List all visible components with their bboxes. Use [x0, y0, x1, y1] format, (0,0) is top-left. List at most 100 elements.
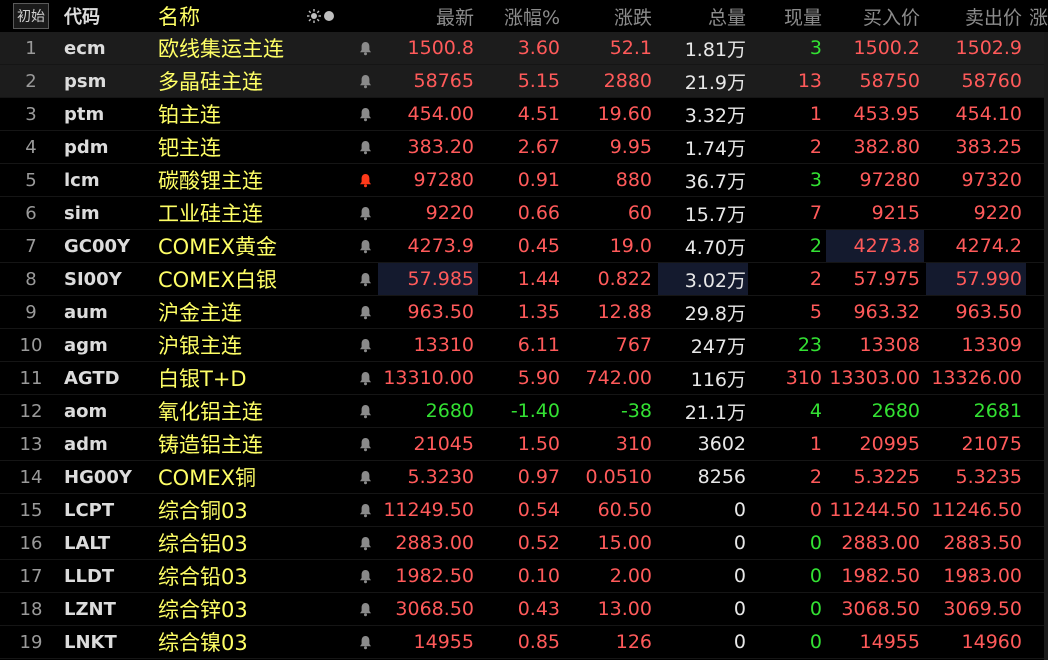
ask-price: 454.10 — [955, 103, 1022, 125]
header-ask[interactable]: 卖出价 — [926, 0, 1026, 32]
row-number: 2 — [25, 70, 37, 92]
bell-icon[interactable] — [359, 338, 372, 353]
row-number: 9 — [25, 301, 37, 323]
total-volume: 0 — [733, 565, 746, 587]
vertical-scrollbar[interactable] — [1044, 32, 1048, 660]
change-amount: 2880 — [603, 70, 652, 92]
alert-bell[interactable] — [352, 362, 378, 394]
header-settings[interactable] — [304, 0, 338, 32]
table-row[interactable]: 7 GC00Y COMEX黄金 4273.9 0.45 19.0 4.70万 2 4273.8 4… — [0, 230, 1048, 263]
bell-icon[interactable] — [359, 602, 372, 617]
last-price: 11249.50 — [383, 499, 474, 521]
table-header: 初始 代码 名称 最新 涨幅% 涨跌 总量 现量 买入价 卖出价 涨 — [0, 0, 1048, 32]
table-row[interactable]: 19 LNKT 综合镍03 14955 0.85 126 0 0 14955 14960 — [0, 626, 1048, 659]
alert-bell[interactable] — [352, 626, 378, 658]
table-row[interactable]: 18 LZNT 综合锌03 3068.50 0.43 13.00 0 0 3068.50 3069… — [0, 593, 1048, 626]
alert-bell[interactable] — [352, 263, 378, 295]
alert-bell[interactable] — [352, 98, 378, 130]
change-percent: 0.91 — [517, 169, 560, 191]
bell-icon[interactable] — [359, 437, 372, 452]
bell-icon[interactable] — [359, 635, 372, 650]
bell-icon[interactable] — [359, 173, 372, 188]
bell-icon[interactable] — [359, 74, 372, 89]
ask-price: 97320 — [961, 169, 1022, 191]
table-row[interactable]: 15 LCPT 综合铜03 11249.50 0.54 60.50 0 0 11244.50 11… — [0, 494, 1048, 527]
bell-icon[interactable] — [359, 206, 372, 221]
row-number: 12 — [19, 400, 43, 422]
ask-price: 383.25 — [955, 136, 1022, 158]
header-code[interactable]: 代码 — [64, 0, 154, 32]
bell-icon[interactable] — [359, 107, 372, 122]
current-volume: 0 — [809, 532, 822, 554]
header-last[interactable]: 最新 — [378, 0, 478, 32]
table-row[interactable]: 3 ptm 铂主连 454.00 4.51 19.60 3.32万 1 453.95 454.10 — [0, 98, 1048, 131]
table-row[interactable]: 8 SI00Y COMEX白银 57.985 1.44 0.822 3.02万 2 57.975… — [0, 263, 1048, 296]
ask-price: 21075 — [961, 433, 1022, 455]
alert-bell[interactable] — [352, 197, 378, 229]
table-row[interactable]: 14 HG00Y COMEX铜 5.3230 0.97 0.0510 8256 2 5.3225… — [0, 461, 1048, 494]
bell-icon[interactable] — [359, 569, 372, 584]
bid-price: 453.95 — [853, 103, 920, 125]
last-price: 13310.00 — [383, 367, 474, 389]
alert-bell[interactable] — [352, 461, 378, 493]
bid-price: 97280 — [859, 169, 920, 191]
alert-bell[interactable] — [352, 329, 378, 361]
bell-icon[interactable] — [359, 140, 372, 155]
last-price: 4273.9 — [407, 235, 474, 257]
alert-bell[interactable] — [352, 527, 378, 559]
header-vol[interactable]: 总量 — [658, 0, 748, 32]
alert-bell[interactable] — [352, 32, 378, 64]
header-pct[interactable]: 涨幅% — [480, 0, 564, 32]
change-percent: 0.52 — [517, 532, 560, 554]
table-row[interactable]: 11 AGTD 白银T+D 13310.00 5.90 742.00 116万 310 1330… — [0, 362, 1048, 395]
bell-icon[interactable] — [359, 536, 372, 551]
table-row[interactable]: 1 ecm 欧线集运主连 1500.8 3.60 52.1 1.81万 3 1500.2 1502… — [0, 32, 1048, 65]
change-percent: 5.90 — [517, 367, 560, 389]
bell-icon[interactable] — [359, 272, 372, 287]
sun-icon[interactable] — [307, 9, 321, 23]
header-chg[interactable]: 涨跌 — [566, 0, 656, 32]
row-number: 10 — [19, 334, 43, 356]
alert-bell[interactable] — [352, 65, 378, 97]
alert-bell[interactable] — [352, 428, 378, 460]
alert-bell[interactable] — [352, 230, 378, 262]
alert-bell[interactable] — [352, 131, 378, 163]
table-row[interactable]: 10 agm 沪银主连 13310 6.11 767 247万 23 13308 13309 — [0, 329, 1048, 362]
init-toggle[interactable]: 初始 — [13, 3, 49, 29]
alert-bell[interactable] — [352, 494, 378, 526]
table-row[interactable]: 5 lcm 碳酸锂主连 97280 0.91 880 36.7万 3 97280 97320 — [0, 164, 1048, 197]
row-number: 16 — [19, 532, 43, 554]
bid-price: 3068.50 — [841, 598, 920, 620]
alert-bell[interactable] — [352, 296, 378, 328]
bell-icon[interactable] — [359, 404, 372, 419]
header-extra[interactable]: 涨 — [1030, 0, 1048, 32]
bell-icon[interactable] — [359, 371, 372, 386]
table-row[interactable]: 2 psm 多晶硅主连 58765 5.15 2880 21.9万 13 58750 58760 — [0, 65, 1048, 98]
alert-bell[interactable] — [352, 593, 378, 625]
bell-icon[interactable] — [359, 305, 372, 320]
row-number: 7 — [25, 235, 37, 257]
total-volume: 247万 — [690, 335, 746, 358]
table-row[interactable]: 6 sim 工业硅主连 9220 0.66 60 15.7万 7 9215 9220 — [0, 197, 1048, 230]
table-row[interactable]: 12 aom 氧化铝主连 2680 -1.40 -38 21.1万 4 2680 2681 — [0, 395, 1048, 428]
bell-icon[interactable] — [359, 470, 372, 485]
bell-icon[interactable] — [359, 41, 372, 56]
header-cur[interactable]: 现量 — [752, 0, 824, 32]
table-row[interactable]: 17 LLDT 综合铅03 1982.50 0.10 2.00 0 0 1982.50 1983.… — [0, 560, 1048, 593]
symbol-code: GC00Y — [64, 235, 131, 257]
alert-bell[interactable] — [352, 395, 378, 427]
last-price: 97280 — [413, 169, 474, 191]
header-bid[interactable]: 买入价 — [826, 0, 924, 32]
table-row[interactable]: 13 adm 铸造铝主连 21045 1.50 310 3602 1 20995 21075 — [0, 428, 1048, 461]
change-amount: -38 — [620, 400, 652, 422]
header-init[interactable]: 初始 — [6, 0, 56, 32]
row-number: 14 — [19, 466, 43, 488]
bell-icon[interactable] — [359, 503, 372, 518]
alert-bell[interactable] — [352, 560, 378, 592]
table-row[interactable]: 4 pdm 钯主连 383.20 2.67 9.95 1.74万 2 382.80 383.25 — [0, 131, 1048, 164]
dot-icon[interactable] — [323, 10, 335, 22]
table-row[interactable]: 9 aum 沪金主连 963.50 1.35 12.88 29.8万 5 963.32 963.5… — [0, 296, 1048, 329]
alert-bell[interactable] — [352, 164, 378, 196]
table-row[interactable]: 16 LALT 综合铝03 2883.00 0.52 15.00 0 0 2883.00 2883… — [0, 527, 1048, 560]
bell-icon[interactable] — [359, 239, 372, 254]
